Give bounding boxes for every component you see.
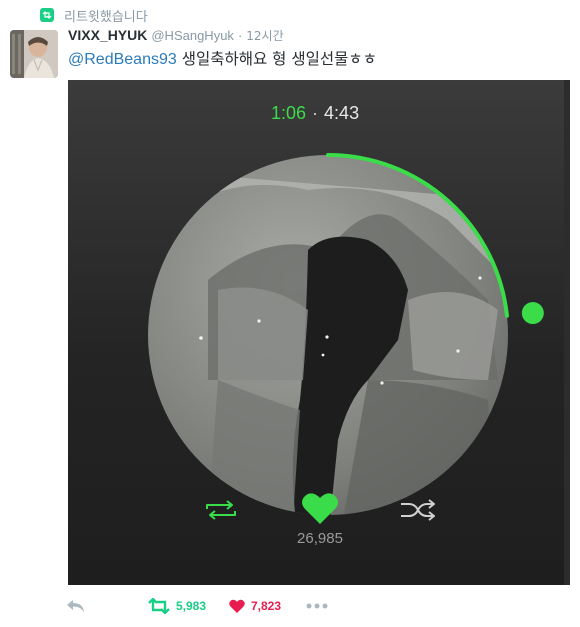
like-count: 7,823 bbox=[251, 599, 282, 613]
player-like-count: 26,985 bbox=[297, 530, 343, 547]
more-icon[interactable] bbox=[306, 596, 328, 616]
tweet-actions: 5,983 7,823 bbox=[66, 596, 366, 616]
shuffle-icon[interactable] bbox=[398, 496, 438, 524]
tweet-header: VIXX_HYUK @HSangHyuk · 12시간 bbox=[68, 27, 284, 45]
reply-icon[interactable] bbox=[66, 596, 86, 616]
progress-knob bbox=[521, 302, 544, 325]
header-separator: · bbox=[237, 28, 243, 43]
retweet-context-text: 리트윗했습니다 bbox=[64, 9, 148, 25]
tweet-body: 생일축하해요 형 생일선물ㅎㅎ bbox=[176, 50, 377, 68]
playback-timer: 1:06 · 4:43 bbox=[271, 103, 359, 124]
tweet-time[interactable]: 12시간 bbox=[246, 27, 283, 44]
retweet-context: 리트윗했습니다 bbox=[40, 6, 148, 25]
mention-link[interactable]: @RedBeans93 bbox=[68, 51, 177, 68]
player-controls: 26,985 bbox=[68, 490, 570, 560]
retweet-count: 5,983 bbox=[176, 599, 207, 613]
retweet-icon bbox=[148, 598, 170, 614]
repeat-icon[interactable] bbox=[202, 496, 240, 524]
timer-separator: · bbox=[312, 103, 319, 123]
author-handle[interactable]: @HSangHyuk bbox=[151, 28, 234, 43]
total-duration: 4:43 bbox=[324, 103, 360, 123]
elapsed-time: 1:06 bbox=[271, 103, 307, 123]
like-icon bbox=[229, 599, 245, 613]
tweet-text: @RedBeans93 생일축하해요 형 생일선물ㅎㅎ bbox=[68, 47, 377, 69]
heart-icon[interactable] bbox=[300, 490, 340, 526]
retweet-badge-icon bbox=[40, 8, 54, 22]
retweet-button[interactable]: 5,983 bbox=[148, 596, 206, 616]
avatar[interactable] bbox=[10, 30, 58, 78]
author-name[interactable]: VIXX_HYUK bbox=[68, 27, 147, 43]
like-button[interactable]: 7,823 bbox=[229, 596, 281, 616]
